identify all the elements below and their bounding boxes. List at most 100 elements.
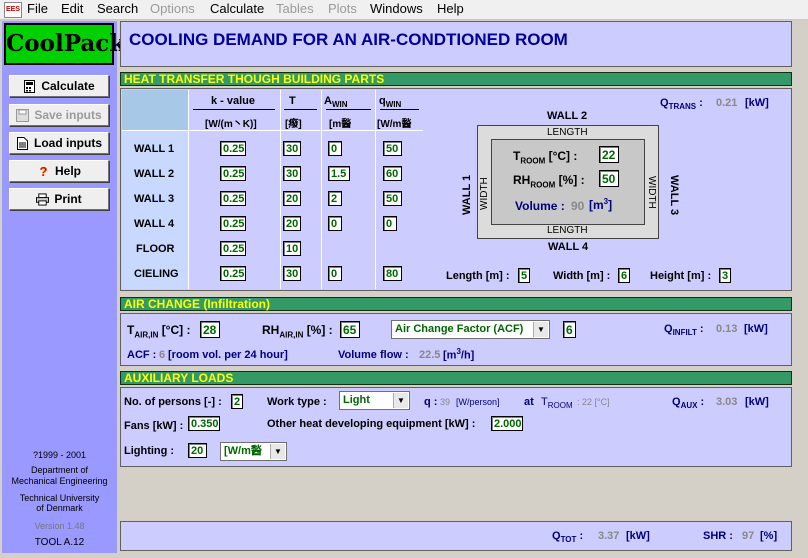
university-text-2: of Denmark (36, 503, 83, 513)
table-corner (122, 90, 188, 130)
volume-unit: [m3] (589, 197, 613, 212)
t-wall-3-input[interactable]: 20 (283, 191, 301, 206)
row-label-cieling: CIELING (134, 268, 179, 280)
q-win-unit: [W/m醔 (377, 119, 412, 130)
t-wall-1-input[interactable]: 30 (283, 141, 301, 156)
lighting-input[interactable]: 20 (188, 443, 207, 458)
height-input[interactable]: 3 (719, 268, 731, 283)
a-win-header: AWIN (324, 95, 348, 110)
menu-edit[interactable]: Edit (61, 1, 83, 16)
calculate-button[interactable]: Calculate (9, 75, 109, 97)
shr-value: 97 (742, 530, 755, 542)
lighting-unit-select[interactable]: [W/m醔 ▼ (220, 442, 287, 461)
rh-room-label: RHROOM [%] : (513, 173, 585, 190)
menu-windows[interactable]: Windows (370, 1, 423, 16)
row-label-floor: FLOOR (136, 243, 175, 255)
q-win-wall-4-input[interactable]: 0 (383, 216, 397, 231)
page-title: COOLING DEMAND FOR AN AIR-CONDTIONED ROO… (129, 30, 568, 49)
rh-air-in-input[interactable]: 65 (340, 321, 360, 338)
a-win-cieling-input[interactable]: 0 (328, 266, 342, 281)
heat-transfer-header: HEAT TRANSFER THOUGH BUILDING PARTS (120, 72, 792, 86)
q-win-wall-2-input[interactable]: 60 (383, 166, 402, 181)
wall-3-label: WALL 3 (668, 175, 680, 216)
tool-text: TOOL A.12 (34, 537, 85, 548)
factor-value-input[interactable]: 6 (563, 321, 576, 338)
t-unit: [癈] (285, 119, 302, 130)
length-top-label: LENGTH (547, 127, 588, 138)
width-left-label: WIDTH (479, 177, 490, 210)
lighting-label: Lighting : (124, 445, 175, 457)
app-icon[interactable]: EES (4, 2, 22, 18)
print-button[interactable]: Print (9, 188, 109, 210)
q-tot-unit: [kW] (626, 530, 650, 542)
other-equipment-input[interactable]: 2.000 (491, 416, 523, 431)
persons-label: No. of persons [-] : (124, 396, 222, 408)
chevron-down-icon[interactable]: ▼ (533, 322, 548, 337)
chevron-down-icon[interactable]: ▼ (393, 393, 408, 408)
wall-4-label: WALL 4 (548, 241, 589, 253)
length-input[interactable]: 5 (518, 268, 530, 283)
menu-calculate[interactable]: Calculate (210, 1, 264, 16)
copyright-text: ?1999 - 2001 (32, 450, 87, 460)
save-inputs-label: Save inputs (34, 108, 102, 122)
t-air-in-input[interactable]: 28 (200, 321, 220, 338)
q-tot-label: QTOT : (552, 530, 584, 545)
width-input[interactable]: 6 (618, 268, 630, 283)
width-label: Width [m] : (553, 270, 611, 282)
other-equipment-label: Other heat developing equipment [kW] : (267, 418, 476, 430)
k-value-header: k - value (211, 95, 256, 107)
q-infilt-label: QINFILT : (664, 323, 704, 338)
t-wall-4-input[interactable]: 20 (283, 216, 301, 231)
menu-options[interactable]: Options (150, 1, 195, 16)
q-win-cieling-input[interactable]: 80 (383, 266, 402, 281)
menu-search[interactable]: Search (97, 1, 138, 16)
q-tot-value: 3.37 (598, 530, 620, 542)
department-text: Department of (30, 465, 89, 475)
t-wall-2-input[interactable]: 30 (283, 166, 301, 181)
menu-help[interactable]: Help (437, 1, 464, 16)
fans-input[interactable]: 0.350 (188, 416, 220, 431)
work-type-value: Light (343, 394, 370, 406)
load-inputs-button[interactable]: Load inputs (9, 132, 109, 154)
persons-input[interactable]: 2 (231, 394, 243, 409)
menu-tables[interactable]: Tables (276, 1, 314, 16)
t-cieling-input[interactable]: 30 (283, 266, 301, 281)
air-change-header: AIR CHANGE (Infiltration) (120, 297, 792, 311)
row-label-wall-2: WALL 2 (134, 168, 175, 180)
work-type-select[interactable]: Light ▼ (339, 391, 410, 410)
fans-label: Fans [kW] : (124, 420, 184, 432)
row-label-wall-3: WALL 3 (134, 193, 175, 205)
volume-flow-label: Volume flow : (338, 349, 409, 361)
q-person-value: 39 (440, 397, 451, 407)
a-win-wall-3-input[interactable]: 2 (328, 191, 342, 206)
chevron-down-icon[interactable]: ▼ (270, 444, 285, 459)
k-value-cieling-input[interactable]: 0.25 (220, 266, 246, 281)
q-win-wall-1-input[interactable]: 50 (383, 141, 402, 156)
t-room-input[interactable]: 22 (599, 146, 619, 163)
save-inputs-button[interactable]: Save inputs (9, 104, 109, 126)
calculate-label: Calculate (41, 79, 95, 93)
a-win-wall-2-input[interactable]: 1.5 (328, 166, 350, 181)
help-button[interactable]: ? Help (9, 160, 109, 182)
k-value-wall-3-input[interactable]: 0.25 (220, 191, 246, 206)
wall-2-label: WALL 2 (547, 110, 588, 122)
t-header: T (289, 95, 296, 107)
air-change-factor-select[interactable]: Air Change Factor (ACF) ▼ (391, 320, 550, 339)
k-value-wall-2-input[interactable]: 0.25 (220, 166, 246, 181)
k-value-floor-input[interactable]: 0.25 (220, 241, 246, 256)
k-value-unit: [W/(m丶K)] (205, 119, 257, 130)
menu-file[interactable]: File (27, 1, 48, 16)
a-win-wall-1-input[interactable]: 0 (328, 141, 342, 156)
rh-room-input[interactable]: 50 (599, 170, 619, 187)
shr-unit: [%] (760, 530, 778, 542)
q-win-wall-3-input[interactable]: 50 (383, 191, 402, 206)
t-floor-input[interactable]: 10 (283, 241, 301, 256)
k-value-wall-1-input[interactable]: 0.25 (220, 141, 246, 156)
k-value-wall-4-input[interactable]: 0.25 (220, 216, 246, 231)
a-win-wall-4-input[interactable]: 0 (328, 216, 342, 231)
air-change-factor-value: Air Change Factor (ACF) (395, 323, 524, 335)
acf-unit: [room vol. per 24 hour] (168, 349, 288, 361)
q-person-label: q : (424, 396, 438, 408)
menu-plots[interactable]: Plots (328, 1, 357, 16)
q-trans-unit: [kW] (745, 97, 769, 109)
